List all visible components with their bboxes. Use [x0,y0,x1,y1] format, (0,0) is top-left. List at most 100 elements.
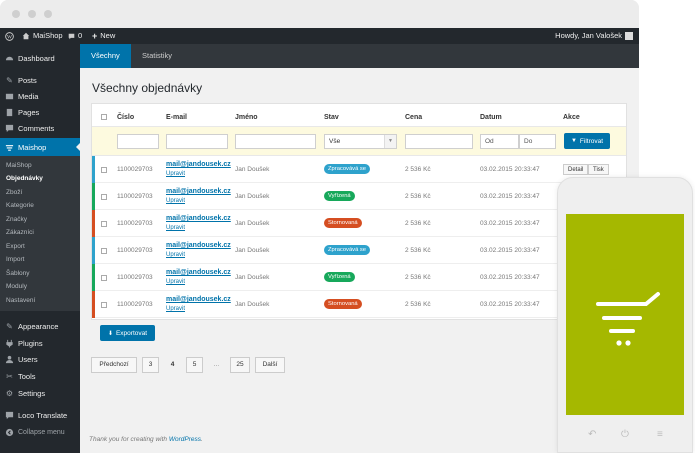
status-badge: Zpracovává se [324,245,371,255]
table-row: 1100029703 mail@jandousek.cz Upravit Jan Do… [92,291,626,318]
header-name[interactable]: Jméno [235,114,258,121]
order-number: 1100029703 [117,274,153,281]
name-filter-input[interactable] [235,134,316,149]
edit-link[interactable]: Upravit [166,225,185,231]
email-filter-input[interactable] [166,134,228,149]
submenu-item[interactable]: Šablony [6,270,30,277]
wordpress-logo-icon[interactable]: W [5,28,14,44]
pagination-page[interactable]: 3 [142,357,159,373]
submenu-item[interactable]: Zboží [6,189,22,196]
menu-label: Loco Translate [18,410,68,420]
header-price[interactable]: Cena [405,114,422,121]
filter-button[interactable]: ▼ Filtrovat [564,133,610,149]
new-link[interactable]: + New [92,28,115,44]
export-button[interactable]: ⬇ Exportovat [100,325,155,341]
pagination-page[interactable]: 5 [186,357,203,373]
order-email-link[interactable]: mail@jandousek.cz [166,188,231,195]
plus-icon: + [92,31,98,41]
header-status[interactable]: Stav [324,114,339,121]
order-date: 03.02.2015 20:33:47 [480,247,540,254]
select-all-checkbox[interactable] [101,114,107,120]
table-row: 1100029703 mail@jandousek.cz Upravit Jan Do… [92,210,626,237]
submenu-item[interactable]: Kategorie [6,202,34,209]
footer-text: Thank you for creating with [89,436,169,443]
power-icon[interactable]: ⏻ [621,429,629,440]
row-checkbox[interactable] [101,167,107,173]
account-menu[interactable]: Howdy, Jan Valošek [555,28,633,44]
status-badge: Stornovaná [324,299,362,309]
menu-settings[interactable]: ⚙ Settings [0,385,80,401]
order-email-link[interactable]: mail@jandousek.cz [166,215,231,222]
browser-window: W MaiShop 0 + New Howdy, Jan Valošek Das… [0,0,639,453]
submenu-item[interactable]: Import [6,256,24,263]
order-email-link[interactable]: mail@jandousek.cz [166,161,231,168]
phone-mockup: ↶ ⏻ ≡ [557,177,693,453]
edit-link[interactable]: Upravit [166,279,185,285]
collapse-menu-button[interactable]: Collapse menu [0,424,80,440]
filter-icon: ▼ [570,138,577,144]
wordpress-link[interactable]: WordPress [169,436,201,443]
menu-label: Collapse menu [18,428,65,436]
edit-link[interactable]: Upravit [166,198,185,204]
edit-link[interactable]: Upravit [166,252,185,258]
order-email-link[interactable]: mail@jandousek.cz [166,242,231,249]
menu-icon[interactable]: ≡ [657,429,663,440]
table-row: 1100029703 mail@jandousek.cz Upravit Jan Do… [92,264,626,291]
menu-plugins[interactable]: Plugins [0,335,80,351]
order-price: 2 536 Kč [405,220,431,227]
submenu-item-orders[interactable]: Objednávky [6,175,43,182]
tab-all[interactable]: Všechny [80,44,131,68]
order-price: 2 536 Kč [405,193,431,200]
header-email[interactable]: E-mail [166,114,187,121]
price-filter-input[interactable] [405,134,473,149]
row-checkbox[interactable] [101,248,107,254]
menu-tools[interactable]: ✂ Tools [0,368,80,384]
row-checkbox[interactable] [101,275,107,281]
row-checkbox[interactable] [101,221,107,227]
submenu-item[interactable]: MaiShop [6,162,32,169]
tab-statistics[interactable]: Statistiky [131,44,183,68]
submenu-item[interactable]: Nastavení [6,297,35,304]
row-checkbox[interactable] [101,302,107,308]
menu-maishop[interactable]: Maishop [0,138,80,156]
menu-appearance[interactable]: ✎ Appearance [0,318,80,334]
submenu-item[interactable]: Značky [6,216,27,223]
number-filter-input[interactable] [117,134,159,149]
row-checkbox[interactable] [101,194,107,200]
header-date[interactable]: Datum [480,114,502,121]
back-icon[interactable]: ↶ [588,429,596,440]
order-number: 1100029703 [117,220,153,227]
date-to-input[interactable]: Do [519,134,556,149]
status-badge: Stornovaná [324,218,362,228]
status-bar [92,183,95,210]
status-filter-select[interactable]: Vše ▼ [324,134,397,149]
print-button[interactable]: Tisk [588,164,609,175]
detail-button[interactable]: Detail [563,164,589,175]
menu-loco-translate[interactable]: Loco Translate [0,407,80,423]
menu-comments[interactable]: Comments [0,120,80,136]
pagination-next[interactable]: Další [255,357,285,373]
order-email-link[interactable]: mail@jandousek.cz [166,269,231,276]
window-dot [28,10,36,18]
brush-icon: ✎ [6,321,13,331]
header-number[interactable]: Číslo [117,114,134,121]
menu-posts[interactable]: ✎ Posts [0,72,80,88]
edit-link[interactable]: Upravit [166,306,185,312]
menu-label: Users [18,354,38,364]
menu-dashboard[interactable]: Dashboard [0,50,80,66]
menu-pages[interactable]: Pages [0,104,80,120]
menu-media[interactable]: Media [0,88,80,104]
menu-users[interactable]: Users [0,351,80,367]
status-bar [92,210,95,237]
pagination-prev[interactable]: Předchozí [91,357,137,373]
site-name-link[interactable]: MaiShop [22,28,63,44]
edit-link[interactable]: Upravit [166,171,185,177]
pagination-page[interactable]: 25 [230,357,250,373]
pin-icon: ✎ [6,75,13,85]
submenu-item[interactable]: Moduly [6,283,27,290]
order-email-link[interactable]: mail@jandousek.cz [166,296,231,303]
submenu-item[interactable]: Export [6,243,25,250]
submenu-item[interactable]: Zákazníci [6,229,34,236]
date-from-input[interactable]: Od [480,134,519,149]
comments-link[interactable]: 0 [68,28,82,44]
